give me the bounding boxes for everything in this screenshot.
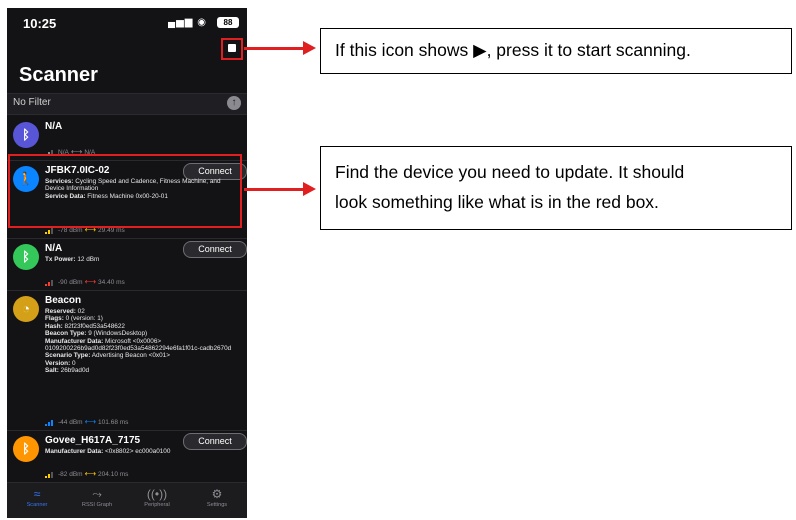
device-row[interactable]: ᛒ Govee_H617A_7175 Connect Manufacturer Dat… xyxy=(7,430,247,483)
highlight-device xyxy=(8,154,242,228)
filter-label: No Filter xyxy=(13,97,51,108)
rssi-value: -82 dBm xyxy=(58,471,83,478)
arrow-up-circle-icon[interactable]: ↑ xyxy=(227,96,241,110)
rssi-value: -78 dBm xyxy=(58,227,83,234)
battery-icon: 88 xyxy=(217,17,239,28)
status-bar: 10:25 ▄▅▆ ◉ 88 xyxy=(7,8,247,38)
tab-label: Peripheral xyxy=(144,502,170,508)
tab-settings[interactable]: ⚙ Settings xyxy=(187,487,247,508)
detail-value: 82f23f0ed53a548622 xyxy=(62,322,125,330)
callout-find-device: Find the device you need to update. It s… xyxy=(320,146,792,230)
detail-line: Hash: 82f23f0ed53a548622 xyxy=(45,323,241,330)
detail-line: Beacon Type: 9 (WindowsDesktop) xyxy=(45,330,241,337)
callout-1-text: If this icon shows ▶, press it to start … xyxy=(335,40,691,60)
device-name: N/A xyxy=(45,121,63,132)
detail-line: Flags: 0 (version: 1) xyxy=(45,315,241,322)
filter-bar[interactable]: No Filter ↑ xyxy=(7,93,247,115)
detail-label: Manufacturer Data: xyxy=(45,337,104,345)
device-name: N/A xyxy=(45,243,63,254)
interval-value: 101.68 ms xyxy=(98,419,129,426)
detail-line: Version: 0 xyxy=(45,360,241,367)
rssi-readout: -44 dBm ⟷ 101.68 ms xyxy=(45,417,129,427)
tab-scanner[interactable]: ≈ Scanner xyxy=(7,487,67,508)
callout-start-scanning: If this icon shows ▶, press it to start … xyxy=(320,28,792,74)
signal-bars-icon xyxy=(45,471,55,479)
arrowhead-icon xyxy=(303,41,316,55)
detail-label: Reserved: xyxy=(45,308,76,315)
tab-label: RSSI Graph xyxy=(81,502,113,508)
bluetooth-icon: ᛒ xyxy=(13,122,39,148)
device-details: Tx Power: 12 dBm xyxy=(45,256,241,263)
device-details: Manufacturer Data: <0x8802> ec000a0100 xyxy=(45,448,241,455)
gear-icon: ⚙ xyxy=(211,487,223,501)
tab-rssi-graph[interactable]: ⤳ RSSI Graph xyxy=(67,487,127,508)
interval-value: 34.40 ms xyxy=(98,279,125,286)
tab-peripheral[interactable]: ((•)) Peripheral xyxy=(127,487,187,508)
device-details: Reserved: 02 Flags: 0 (version: 1) Hash: 8… xyxy=(45,308,241,375)
detail-line: Manufacturer Data: <0x8802> ec000a0100 xyxy=(45,448,241,455)
detail-value: 02 xyxy=(75,308,85,315)
detail-label: Scenario Type: xyxy=(45,352,91,360)
arrow-2 xyxy=(244,182,316,196)
device-row[interactable]: ᛒ N/A Connect Tx Power: 12 dBm -90 dBm ⟷ 34.40… xyxy=(7,238,247,291)
arrowhead-icon xyxy=(303,182,316,196)
rssi-value: -44 dBm xyxy=(58,419,83,426)
interval-arrows-icon: ⟷ xyxy=(84,469,97,478)
detail-value: 0 xyxy=(70,359,76,367)
interval-arrows-icon: ⟷ xyxy=(84,277,97,286)
rssi-readout: -90 dBm ⟷ 34.40 ms xyxy=(45,277,125,287)
signal-bars-icon xyxy=(45,279,55,287)
beacon-icon: ◔ xyxy=(13,296,39,322)
bluetooth-icon: ᛒ xyxy=(13,436,39,462)
tab-bar: ≈ Scanner ⤳ RSSI Graph ((•)) Peripheral ⚙ Setti… xyxy=(7,482,247,518)
device-name: Beacon xyxy=(45,295,82,306)
page-title: Scanner xyxy=(19,64,98,86)
detail-label: Tx Power: xyxy=(45,256,76,263)
detail-line: Scenario Type: Advertising Beacon <0x01> xyxy=(45,352,241,359)
signal-bars-icon xyxy=(45,227,55,235)
rssi-value: -90 dBm xyxy=(58,279,83,286)
detail-label: Manufacturer Data: xyxy=(45,448,104,455)
detail-label: Hash: xyxy=(45,322,63,330)
antenna-icon: ((•)) xyxy=(146,487,168,501)
detail-line: Reserved: 02 xyxy=(45,308,241,315)
detail-value: Advertising Beacon <0x01> xyxy=(90,352,170,360)
interval-value: 204.10 ms xyxy=(98,471,129,478)
detail-value: 26b9ad0d xyxy=(58,367,90,375)
detail-label: Version: xyxy=(45,359,71,367)
detail-line: Salt: 26b9ad0d xyxy=(45,367,241,374)
phone-screenshot: 10:25 ▄▅▆ ◉ 88 Scanner No Filter ↑ ᛒ N/A N… xyxy=(7,8,247,518)
graph-icon: ⤳ xyxy=(92,487,102,501)
detail-value: 9 (WindowsDesktop) xyxy=(86,330,148,338)
arrow-1 xyxy=(244,41,316,55)
detail-label: Salt: xyxy=(45,367,59,375)
callout-2-line-1: Find the device you need to update. It s… xyxy=(335,162,685,182)
device-row[interactable]: ◔ Beacon Reserved: 02 Flags: 0 (version: 1)… xyxy=(7,290,247,431)
device-name: Govee_H617A_7175 xyxy=(45,435,141,446)
interval-arrows-icon: ⟷ xyxy=(84,417,97,426)
rssi-readout: -82 dBm ⟷ 204.10 ms xyxy=(45,469,129,479)
detail-value: 0 (version: 1) xyxy=(63,315,103,323)
signal-wifi-icon: ▄▅▆ ◉ xyxy=(168,17,207,28)
tab-label: Scanner xyxy=(26,502,48,508)
detail-label: Flags: xyxy=(45,315,64,323)
highlight-scan-icon xyxy=(221,38,243,60)
bluetooth-icon: ᛒ xyxy=(13,244,39,270)
detail-line: Tx Power: 12 dBm xyxy=(45,256,241,263)
signal-bars-icon xyxy=(45,419,55,427)
detail-line: Manufacturer Data: Microsoft <0x0006> 01… xyxy=(45,338,241,353)
tab-label: Settings xyxy=(206,502,228,508)
callout-2-line-2: look something like what is in the red b… xyxy=(335,192,659,212)
detail-value: 12 dBm xyxy=(75,256,100,263)
detail-label: Beacon Type: xyxy=(45,330,87,338)
scanner-icon: ≈ xyxy=(33,487,41,501)
status-time: 10:25 xyxy=(23,16,57,31)
detail-value: <0x8802> ec000a0100 xyxy=(103,448,171,455)
interval-value: 29.49 ms xyxy=(98,227,125,234)
